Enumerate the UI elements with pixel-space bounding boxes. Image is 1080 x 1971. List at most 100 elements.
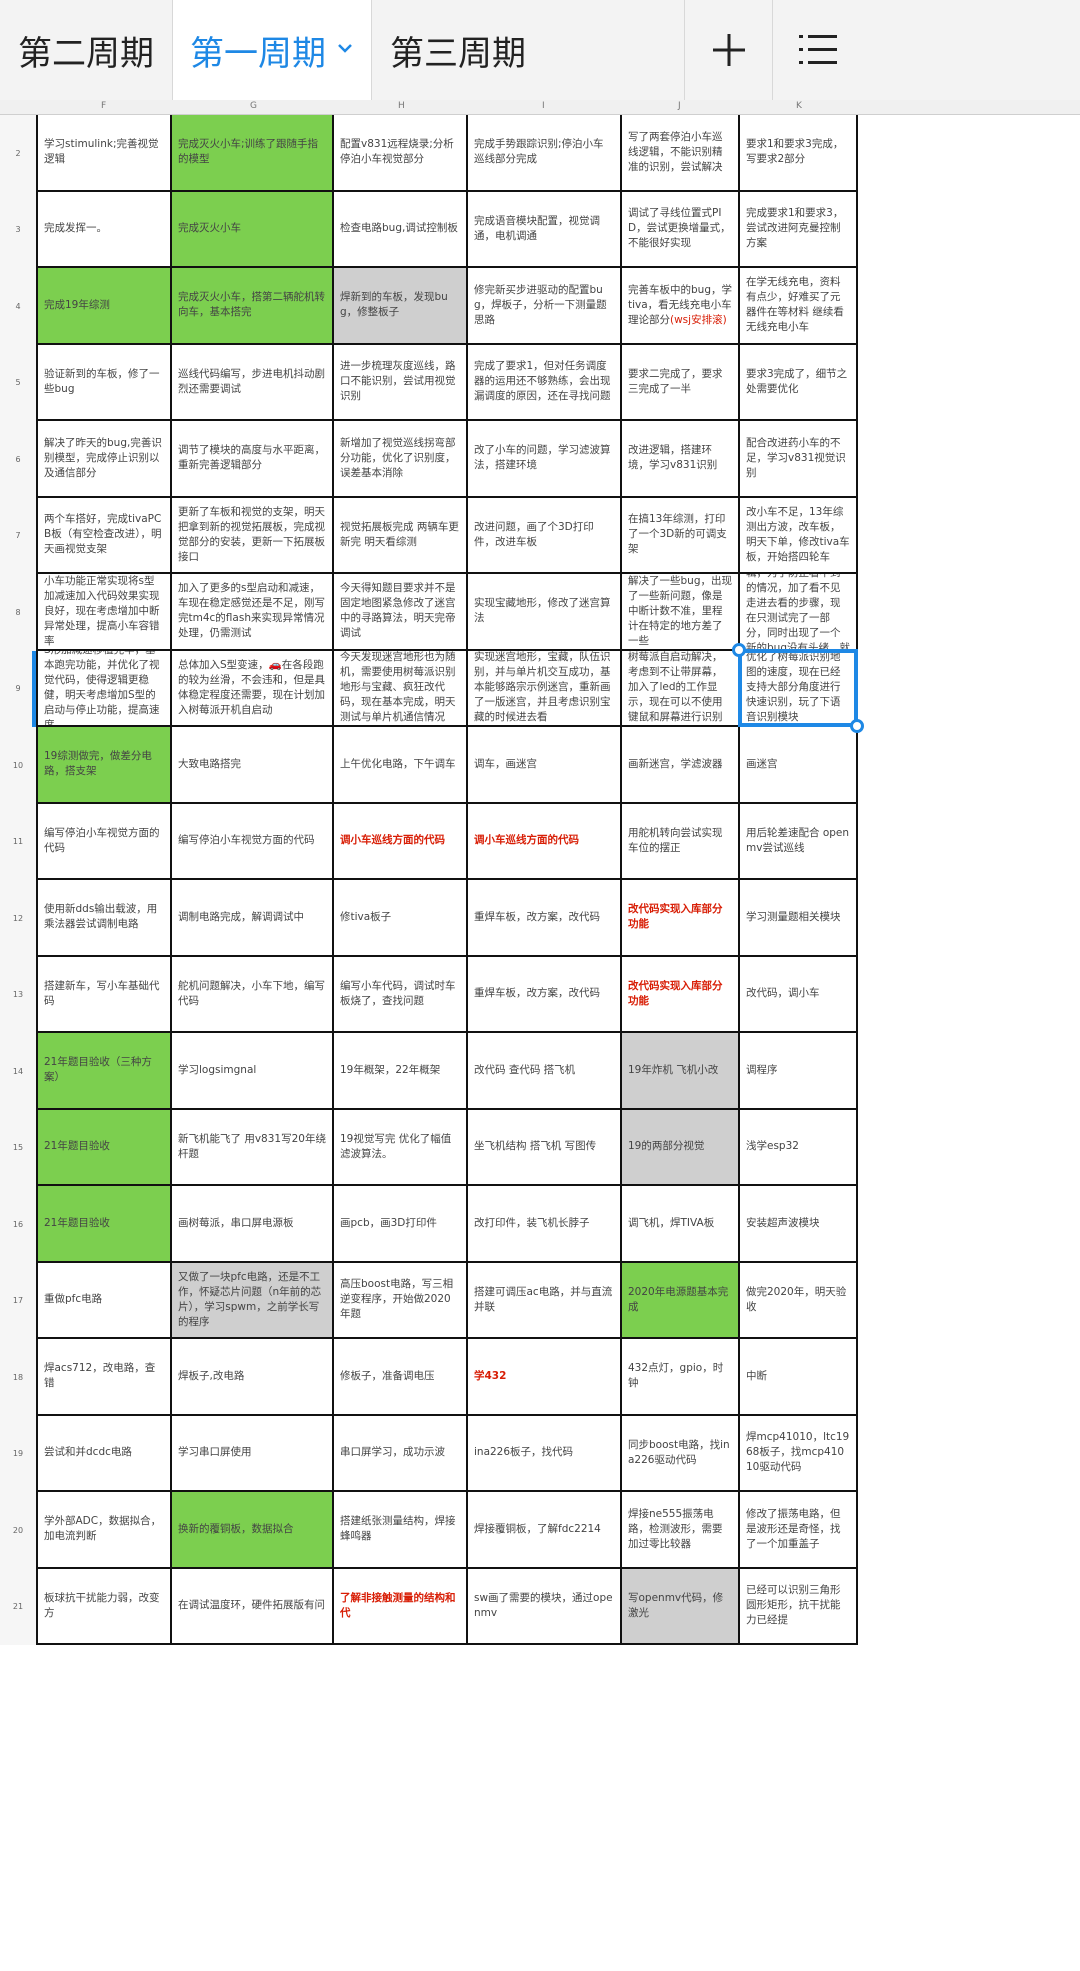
row-number[interactable]: 5 xyxy=(0,344,36,421)
table-cell[interactable]: 浅学esp32 xyxy=(740,1109,858,1186)
table-cell[interactable]: 改进逻辑，搭建环境，学习v831识别 xyxy=(622,421,740,498)
column-letter[interactable]: G xyxy=(250,101,257,111)
table-cell[interactable]: 优化了树莓派识别地图的速度，现在已经支持大部分角度进行快速识别，玩了下语音识别模… xyxy=(740,650,858,727)
table-cell[interactable]: 用后轮差速配合 openmv尝试巡线 xyxy=(740,803,858,880)
table-cell[interactable]: 尝试和并dcdc电路 xyxy=(36,1415,172,1492)
row-number[interactable]: 18 xyxy=(0,1339,36,1416)
table-cell[interactable]: 改代码实现入库部分功能 xyxy=(622,956,740,1033)
row-number[interactable]: 15 xyxy=(0,1109,36,1186)
table-cell[interactable]: 做完2020年，明天验收 xyxy=(740,1262,858,1339)
row-number[interactable]: 12 xyxy=(0,880,36,957)
table-cell[interactable]: 完成发挥一。 xyxy=(36,191,172,268)
table-cell[interactable]: 学习stimulink;完善视觉逻辑 xyxy=(36,115,172,192)
tab-cycle-1[interactable]: 第一周期 xyxy=(173,0,371,100)
table-cell[interactable]: S形加减速移植完毕，基本跑完功能，并优化了视觉代码，使得逻辑更稳健，明天考虑增加… xyxy=(36,650,172,727)
table-cell[interactable]: 19年概架，22年概架 xyxy=(334,1033,468,1110)
table-cell[interactable]: 调小车巡线方面的代码 xyxy=(334,803,468,880)
table-cell[interactable]: 焊接ne555振荡电路，检测波形，需要加过零比较器 xyxy=(622,1492,740,1569)
table-cell[interactable]: 更新了车板和视觉的支架，明天把拿到新的视觉拓展板，完成视觉部分的安装，更新一下拓… xyxy=(172,497,334,574)
table-cell[interactable]: 学习串口屏使用 xyxy=(172,1415,334,1492)
row-number[interactable]: 3 xyxy=(0,191,36,268)
column-letter[interactable]: F xyxy=(101,101,106,111)
row-number[interactable]: 17 xyxy=(0,1262,36,1339)
table-cell[interactable]: 调试了寻线位置式PID，尝试更换增量式，不能很好实现 xyxy=(622,191,740,268)
table-cell[interactable]: 修板子，准备调电压 xyxy=(334,1339,468,1416)
table-cell[interactable]: 编写小车代码，调试时车板烧了，查找问题 xyxy=(334,956,468,1033)
table-cell[interactable]: 修改了振荡电路，但是波形还是奇怪，找了一个加重盖子 xyxy=(740,1492,858,1569)
row-number[interactable]: 7 xyxy=(0,497,36,574)
column-letter[interactable]: I xyxy=(542,101,545,111)
table-cell[interactable]: 使用新dds输出载波，用乘法器尝试调制电路 xyxy=(36,880,172,957)
table-cell[interactable]: sw画了需要的模块，通过openmv xyxy=(468,1568,622,1645)
row-number[interactable]: 4 xyxy=(0,268,36,345)
table-cell[interactable]: 用舵机转向尝试实现车位的摆正 xyxy=(622,803,740,880)
table-cell[interactable]: 调飞机，焊TIVA板 xyxy=(622,1186,740,1263)
table-cell[interactable]: 修完新买步进驱动的配置bug，焊板子，分析一下测量题思路 xyxy=(468,268,622,345)
table-cell[interactable]: 调程序 xyxy=(740,1033,858,1110)
column-letter[interactable]: K xyxy=(796,101,802,111)
table-cell[interactable]: 舵机问题解决，小车下地，编写代码 xyxy=(172,956,334,1033)
table-cell[interactable]: 配置v831远程烧录;分析停泊小车视觉部分 xyxy=(334,115,468,192)
row-number[interactable]: 9 xyxy=(0,650,36,727)
table-cell[interactable]: 调小车巡线方面的代码 xyxy=(468,803,622,880)
sheet-list-button[interactable] xyxy=(772,0,862,100)
table-cell[interactable]: 焊mcp41010，ltc1968板子，找mcp41010驱动代码 xyxy=(740,1415,858,1492)
table-cell[interactable]: 学习测量题相关模块 xyxy=(740,880,858,957)
table-cell[interactable]: 改打印件，装飞机长脖子 xyxy=(468,1186,622,1263)
table-cell[interactable]: 坐飞机结构 搭飞机 写图传 xyxy=(468,1109,622,1186)
table-cell[interactable]: 更新了一下小车的逻辑，为了防止看不到的情况，加了看不见走进去看的步骤，现在只测试… xyxy=(740,574,858,651)
table-cell[interactable]: 解决了昨天的bug,完善识别模型，完成停止识别以及通信部分 xyxy=(36,421,172,498)
table-cell[interactable]: 调制电路完成，解调调试中 xyxy=(172,880,334,957)
table-cell[interactable]: 安装超声波模块 xyxy=(740,1186,858,1263)
table-cell[interactable]: 新飞机能飞了 用v831写20年绕杆题 xyxy=(172,1109,334,1186)
table-cell[interactable]: 学432 xyxy=(468,1339,622,1416)
table-cell[interactable]: 完成了要求1，但对任务调度器的运用还不够熟练，会出现漏调度的原因，还在寻找问题 xyxy=(468,344,622,421)
table-cell[interactable]: 配合改进药小车的不足，学习v831视觉识别 xyxy=(740,421,858,498)
table-cell[interactable]: 焊新到的车板，发现bug，修整板子 xyxy=(334,268,468,345)
table-cell[interactable]: 搭建新车，写小车基础代码 xyxy=(36,956,172,1033)
table-cell[interactable]: 同步boost电路，找ina226驱动代码 xyxy=(622,1415,740,1492)
table-cell[interactable]: 写了两套停泊小车巡线逻辑，不能识别精准的识别，尝试解决 xyxy=(622,115,740,192)
table-cell[interactable]: 画迷宫 xyxy=(740,727,858,804)
column-letter[interactable]: J xyxy=(678,101,681,111)
row-number[interactable]: 2 xyxy=(0,115,36,192)
table-cell[interactable]: ina226板子，找代码 xyxy=(468,1415,622,1492)
table-cell[interactable]: 21年题目验收 xyxy=(36,1186,172,1263)
table-cell[interactable]: 总体加入S型变速，🚗在各段跑的较为丝滑，不会违和，但是具体稳定程度还需要，现在计… xyxy=(172,650,334,727)
tab-cycle-2[interactable]: 第二周期 xyxy=(0,0,172,100)
row-number[interactable]: 14 xyxy=(0,1033,36,1110)
row-number[interactable]: 6 xyxy=(0,421,36,498)
row-number[interactable]: 16 xyxy=(0,1186,36,1263)
table-cell[interactable]: 已经可以识别三角形圆形矩形，抗干扰能力已经提 xyxy=(740,1568,858,1645)
table-cell[interactable]: 重焊车板，改方案，改代码 xyxy=(468,880,622,957)
table-cell[interactable]: 验证新到的车板，修了一些bug xyxy=(36,344,172,421)
table-cell[interactable]: 学外部ADC，数据拟合，加电流判断 xyxy=(36,1492,172,1569)
table-cell[interactable]: 写openmv代码，修激光 xyxy=(622,1568,740,1645)
table-cell[interactable]: 19综测做完，做差分电路，搭支架 xyxy=(36,727,172,804)
table-cell[interactable]: 完成灭火小车 xyxy=(172,191,334,268)
table-cell[interactable]: 调车，画迷宫 xyxy=(468,727,622,804)
table-cell[interactable]: 上午优化电路，下午调车 xyxy=(334,727,468,804)
table-cell[interactable]: 今天得知题目要求并不是固定地图紧急修改了迷宫中的寻路算法，明天完帝调试 xyxy=(334,574,468,651)
table-cell[interactable]: 完成灭火小车;训练了跟随手指的模型 xyxy=(172,115,334,192)
table-cell[interactable]: 完成19年综测 xyxy=(36,268,172,345)
add-sheet-button[interactable] xyxy=(684,0,772,100)
table-cell[interactable]: 画pcb，画3D打印件 xyxy=(334,1186,468,1263)
table-cell[interactable]: 焊acs712，改电路，查错 xyxy=(36,1339,172,1416)
table-cell[interactable]: 432点灯，gpio，时钟 xyxy=(622,1339,740,1416)
table-cell[interactable]: 21年题目验收 xyxy=(36,1109,172,1186)
table-cell[interactable]: 大致电路搭完 xyxy=(172,727,334,804)
table-cell[interactable]: 串口屏学习，成功示波 xyxy=(334,1415,468,1492)
column-letter[interactable]: H xyxy=(398,101,405,111)
table-cell[interactable]: 进一步梳理灰度巡线，路口不能识别，尝试用视觉识别 xyxy=(334,344,468,421)
table-cell[interactable]: 完成要求1和要求3，尝试改进阿克曼控制方案 xyxy=(740,191,858,268)
table-cell[interactable]: 改代码实现入库部分功能 xyxy=(622,880,740,957)
row-number[interactable]: 21 xyxy=(0,1568,36,1645)
table-cell[interactable]: 2020年电源题基本完成 xyxy=(622,1262,740,1339)
tab-cycle-3[interactable]: 第三周期 xyxy=(372,0,544,100)
table-cell[interactable]: 编写停泊小车视觉方面的代码 xyxy=(172,803,334,880)
table-cell[interactable]: 实现宝藏地形，修改了迷宫算法 xyxy=(468,574,622,651)
table-cell[interactable]: 焊接覆铜板，了解fdc2214 xyxy=(468,1492,622,1569)
table-cell[interactable]: 改进问题，画了个3D打印件，改进车板 xyxy=(468,497,622,574)
table-cell[interactable]: 21年题目验收（三种方案） xyxy=(36,1033,172,1110)
